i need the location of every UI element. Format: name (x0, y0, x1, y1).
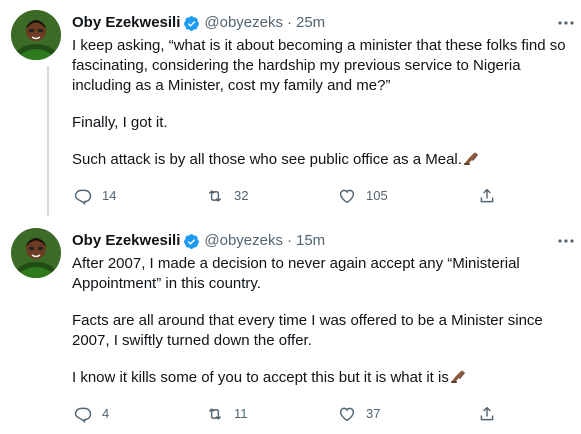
retweet-button[interactable]: 11 (206, 405, 248, 423)
share-icon (480, 188, 494, 203)
reply-icon (74, 407, 92, 423)
verified-badge-icon (183, 233, 200, 250)
share-button[interactable] (478, 405, 496, 423)
heart-icon (339, 189, 355, 204)
retweet-button[interactable]: 32 (206, 187, 248, 205)
tweet-paragraph: After 2007, I made a decision to never a… (72, 255, 520, 292)
tweet-actions: 14 32 105 (72, 187, 512, 207)
avatar[interactable] (11, 10, 61, 60)
like-button[interactable]: 105 (338, 187, 388, 205)
writing-hand-emoji (463, 150, 479, 166)
retweet-count: 32 (234, 188, 249, 203)
tweet-paragraph: I keep asking, “what is it about becomin… (72, 37, 566, 94)
timestamp[interactable]: 15m (296, 231, 325, 251)
heart-icon (339, 407, 355, 422)
like-button[interactable]: 37 (338, 405, 380, 423)
share-icon (480, 406, 494, 421)
tweet-paragraph: Facts are all around that every time I w… (72, 312, 543, 349)
handle[interactable]: @obyezeks (204, 13, 283, 33)
retweet-icon (208, 190, 222, 202)
reply-count: 14 (102, 188, 117, 203)
display-name[interactable]: Oby Ezekwesili (72, 231, 180, 251)
tweet-header: Oby Ezekwesili @obyezeks · 15m (72, 230, 325, 252)
handle[interactable]: @obyezeks (204, 231, 283, 251)
tweet-paragraph-last: I know it kills some of you to accept th… (72, 368, 572, 388)
display-name[interactable]: Oby Ezekwesili (72, 13, 180, 33)
tweet-text: After 2007, I made a decision to never a… (72, 254, 572, 388)
tweet-paragraph-text: I know it kills some of you to accept th… (72, 369, 449, 386)
reply-count: 4 (102, 406, 110, 421)
timestamp[interactable]: 25m (296, 13, 325, 33)
like-count: 105 (366, 188, 388, 203)
verified-badge-icon (183, 15, 200, 32)
writing-hand-emoji (450, 368, 466, 384)
tweet[interactable]: Oby Ezekwesili @obyezeks · 25m I keep as… (0, 10, 581, 216)
more-options-icon[interactable] (557, 14, 575, 32)
like-count: 37 (366, 406, 381, 421)
avatar[interactable] (11, 228, 61, 278)
retweet-count: 11 (234, 406, 248, 421)
separator-dot: · (287, 232, 292, 249)
tweet-paragraph: Finally, I got it. (72, 114, 168, 131)
tweet-header: Oby Ezekwesili @obyezeks · 25m (72, 12, 325, 34)
share-button[interactable] (478, 187, 496, 205)
more-options-icon[interactable] (557, 232, 575, 250)
thread-line (47, 66, 49, 216)
tweet-paragraph-last: Such attack is by all those who see publ… (72, 150, 572, 170)
reply-button[interactable]: 4 (74, 405, 109, 423)
tweet[interactable]: Oby Ezekwesili @obyezeks · 15m After 200… (0, 228, 581, 434)
reply-button[interactable]: 14 (74, 187, 116, 205)
tweet-text: I keep asking, “what is it about becomin… (72, 36, 572, 170)
separator-dot: · (287, 14, 292, 31)
tweet-actions: 4 11 37 (72, 405, 512, 425)
reply-icon (74, 189, 92, 205)
tweet-paragraph-text: Such attack is by all those who see publ… (72, 151, 462, 168)
retweet-icon (208, 408, 222, 420)
